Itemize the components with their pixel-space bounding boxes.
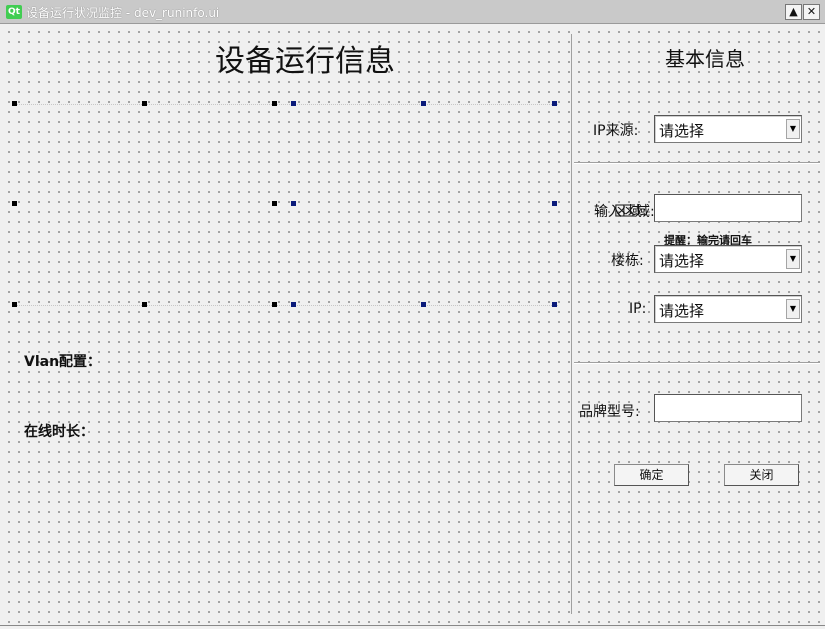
qt-logo-icon: Qt [6, 5, 22, 19]
selection-handle[interactable] [12, 101, 17, 106]
page-title: 设备运行信息 [215, 44, 395, 79]
brand-model-input[interactable] [654, 394, 802, 422]
layout-guide-top [14, 104, 558, 105]
vertical-separator [571, 34, 572, 614]
close-window-button[interactable]: ✕ [803, 4, 820, 20]
ip-label: IP: [629, 301, 647, 317]
ip-source-combobox[interactable]: 请选择 ▼ [654, 115, 802, 143]
ip-value: 请选择 [659, 302, 705, 320]
ip-source-value: 请选择 [659, 122, 705, 140]
selection-handle-secondary[interactable] [421, 302, 426, 307]
selection-handle[interactable] [142, 302, 147, 307]
selection-handle-secondary[interactable] [291, 201, 296, 206]
area-input[interactable] [654, 194, 802, 222]
ok-button[interactable]: 确定 [614, 464, 689, 486]
vlan-config-label: Vlan配置： [24, 354, 102, 370]
selection-handle-secondary[interactable] [291, 101, 296, 106]
selection-handle-secondary[interactable] [552, 201, 557, 206]
selection-handle[interactable] [272, 302, 277, 307]
online-duration-label: 在线时长： [24, 424, 94, 440]
building-combobox[interactable]: 请选择 ▼ [654, 245, 802, 273]
selection-handle-secondary[interactable] [291, 302, 296, 307]
selection-handle[interactable] [272, 201, 277, 206]
building-value: 请选择 [659, 252, 705, 270]
close-button[interactable]: 关闭 [724, 464, 799, 486]
selection-handle[interactable] [272, 101, 277, 106]
selection-handle[interactable] [12, 201, 17, 206]
layout-guide-bottom [14, 305, 558, 306]
selection-handle-secondary[interactable] [421, 101, 426, 106]
building-label: 楼栋: [611, 253, 644, 269]
area-label-overlap: 区域: [614, 204, 647, 220]
horizontal-separator-2 [574, 362, 820, 364]
chevron-down-icon[interactable]: ▼ [786, 299, 800, 319]
window-titlebar: Qt 设备运行状况监控 - dev_runinfo.ui ▲ ✕ [0, 0, 825, 24]
brand-model-label: 品牌型号: [579, 404, 640, 420]
chevron-down-icon[interactable]: ▼ [786, 249, 800, 269]
selection-handle-secondary[interactable] [552, 101, 557, 106]
window-title: 设备运行状况监控 - dev_runinfo.ui [26, 6, 220, 20]
chevron-down-icon[interactable]: ▼ [786, 119, 800, 139]
selection-handle[interactable] [142, 101, 147, 106]
selection-handle[interactable] [12, 302, 17, 307]
restore-button[interactable]: ▲ [785, 4, 802, 20]
basic-info-title: 基本信息 [665, 47, 745, 71]
selection-handle-secondary[interactable] [552, 302, 557, 307]
ip-combobox[interactable]: 请选择 ▼ [654, 295, 802, 323]
horizontal-separator-1 [574, 162, 820, 164]
ip-source-label: IP来源: [593, 123, 639, 139]
